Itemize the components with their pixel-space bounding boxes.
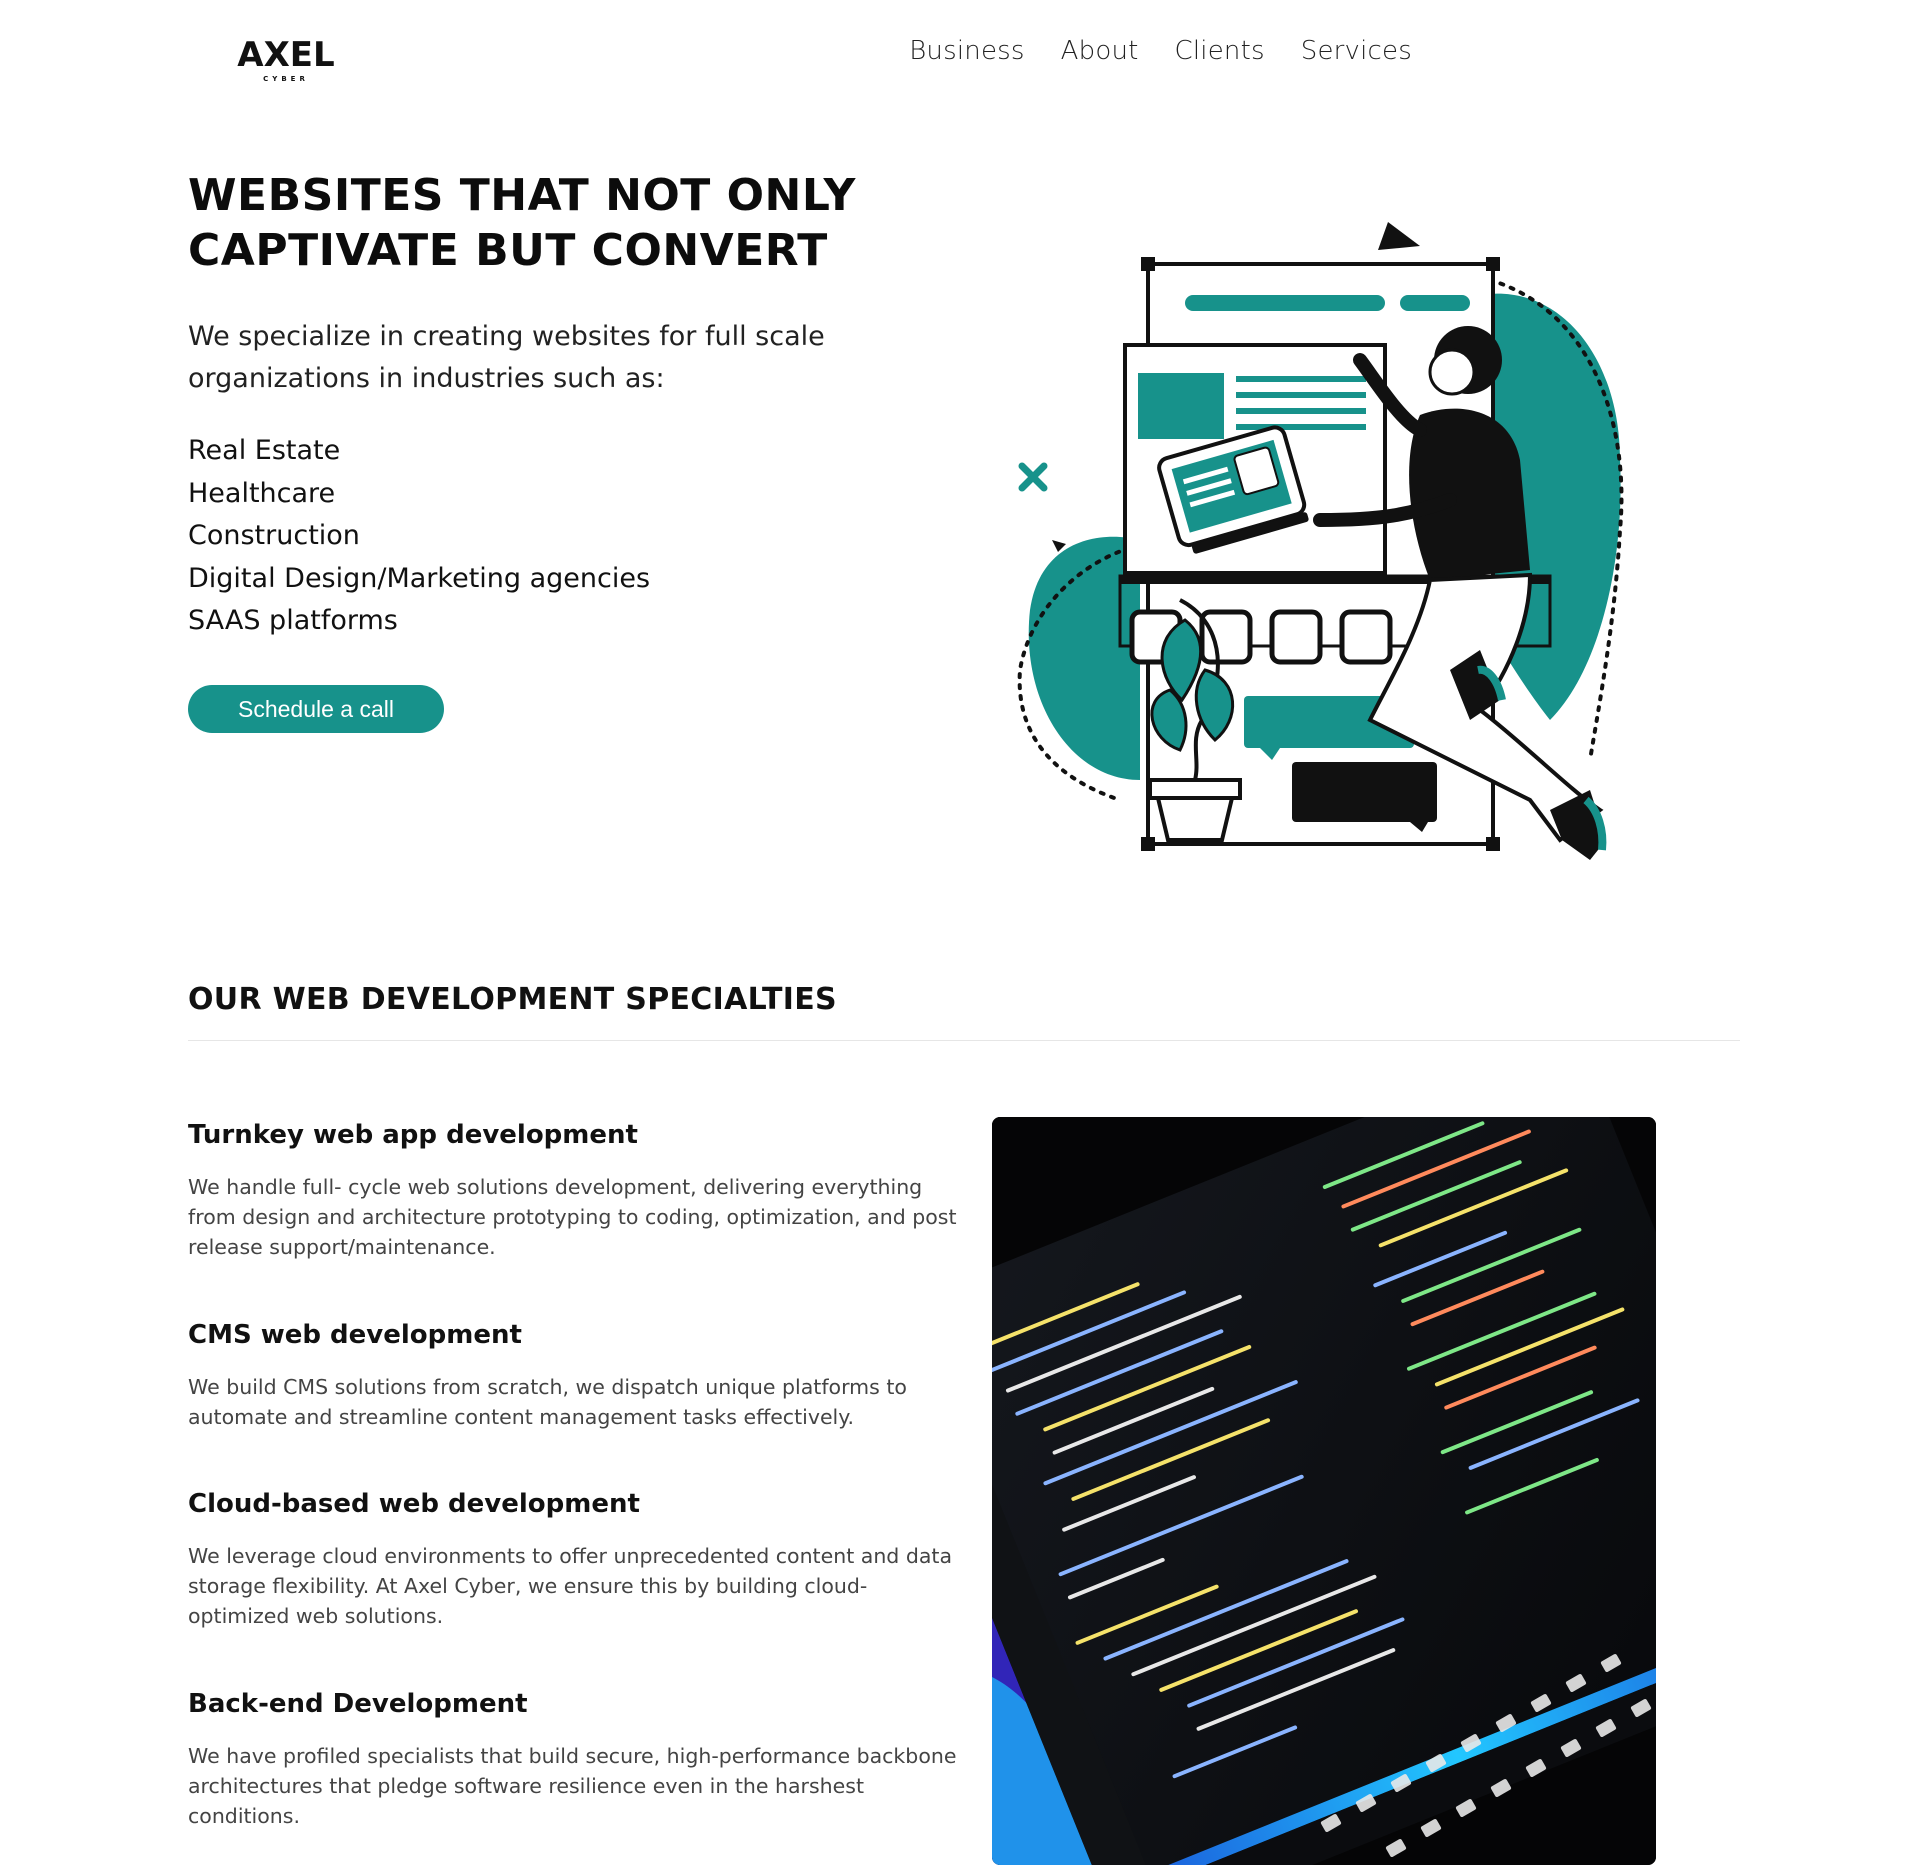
nav-services[interactable]: Services [1301,36,1412,66]
industry-item: Real Estate [188,435,341,466]
axel-cyber-logo[interactable]: AXEL CYBER [230,28,342,84]
laptop-code-image [992,1117,1656,1865]
nav-clients[interactable]: Clients [1175,36,1265,66]
industry-item: Digital Design/Marketing agencies [188,562,651,594]
specialty-title: Back-end Development [188,1689,528,1719]
specialty-title: Turnkey web app development [188,1120,638,1150]
logo-text: AXEL [237,35,334,75]
specialty-body: We leverage cloud environments to offer … [188,1544,953,1628]
specialty-body: We handle full- cycle web solutions deve… [188,1175,957,1259]
industry-item: SAAS platforms [188,605,398,636]
industries-list: Real Estate Healthcare Construction Digi… [188,430,650,643]
specialty-body: We have profiled specialists that build … [188,1744,957,1828]
specialty-backend: Back-end Development We have profiled sp… [188,1689,958,1831]
specialty-title: CMS web development [188,1320,522,1350]
hero-title: WEBSITES THAT NOT ONLY CAPTIVATE BUT CON… [188,168,1008,278]
specialties-title: OUR WEB DEVELOPMENT SPECIALTIES [188,982,837,1017]
specialty-cloud: Cloud-based web development We leverage … [188,1489,958,1631]
hero-title-line-1: WEBSITES THAT NOT ONLY [188,170,856,221]
section-divider [188,1040,1740,1041]
laptop-code-photo [992,1117,1656,1865]
hero-title-line-2: CAPTIVATE BUT CONVERT [188,225,828,276]
specialty-turnkey: Turnkey web app development We handle fu… [188,1120,958,1262]
specialty-title: Cloud-based web development [188,1489,640,1519]
specialty-body: We build CMS solutions from scratch, we … [188,1375,907,1429]
schedule-call-button[interactable]: Schedule a call [188,685,444,733]
main-nav: Business About Clients Services [909,36,1412,66]
industry-item: Construction [188,520,360,551]
logo-subtext: CYBER [263,75,309,83]
specialty-cms: CMS web development We build CMS solutio… [188,1320,958,1432]
web-design-illustration [1017,222,1624,860]
nav-business[interactable]: Business [909,36,1024,66]
industry-item: Healthcare [188,477,336,509]
hero-intro: We specialize in creating websites for f… [188,321,825,394]
nav-about[interactable]: About [1061,36,1139,66]
